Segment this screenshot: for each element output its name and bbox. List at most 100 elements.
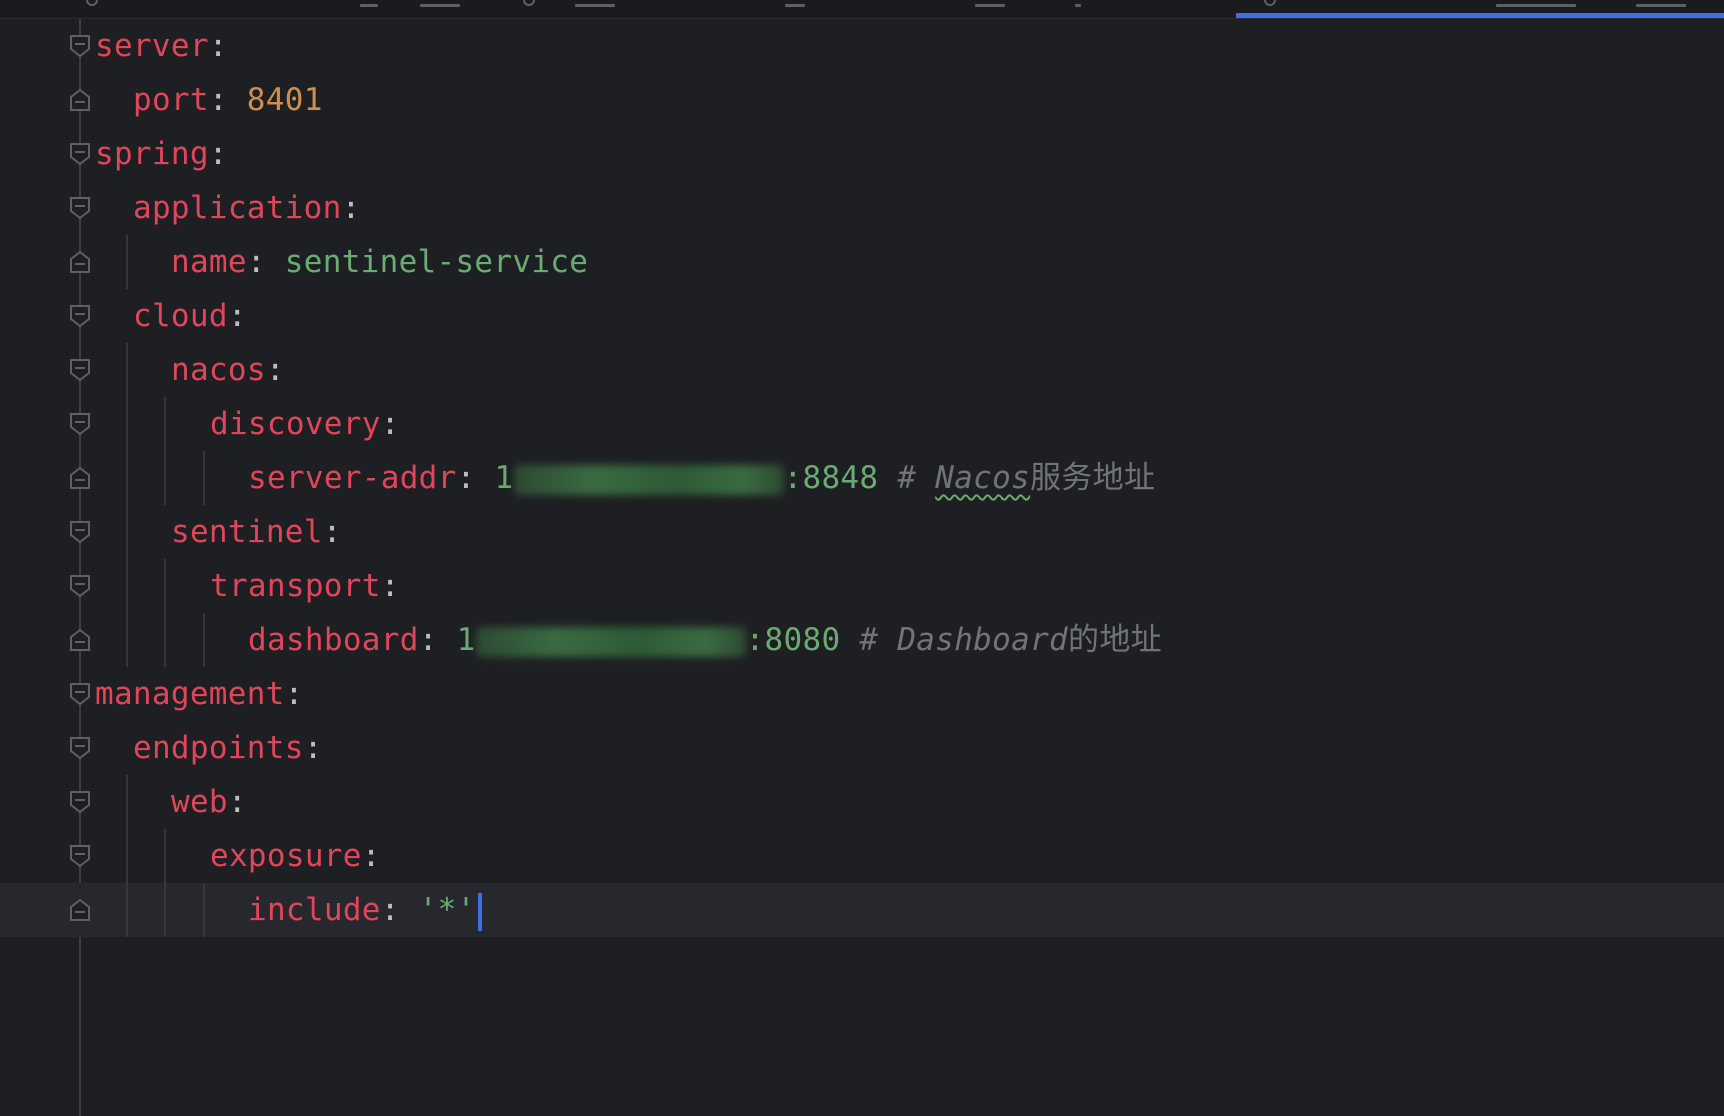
indent-guide — [126, 829, 128, 883]
comment-text: 服务地址 — [1030, 460, 1156, 496]
fold-collapse-icon[interactable] — [70, 521, 90, 543]
indent-guide — [126, 343, 128, 397]
fold-end-icon[interactable] — [70, 629, 90, 651]
code-content: cloud: — [133, 289, 247, 343]
indent-guide — [126, 397, 128, 451]
yaml-separator: : — [322, 514, 342, 550]
yaml-separator: : — [303, 730, 323, 766]
code-line[interactable]: discovery: — [0, 397, 1724, 451]
yaml-key: application — [133, 190, 342, 226]
tab-file-1[interactable] — [70, 0, 490, 18]
code-line[interactable]: dashboard: 1:8080 # Dashboard的地址 — [0, 613, 1724, 667]
yaml-key: web — [171, 784, 228, 820]
code-line[interactable]: application: — [0, 181, 1724, 235]
code-line[interactable]: transport: — [0, 559, 1724, 613]
fold-collapse-icon[interactable] — [70, 575, 90, 597]
yaml-key: server-addr — [248, 460, 457, 496]
fold-collapse-icon[interactable] — [70, 305, 90, 327]
code-content: endpoints: — [133, 721, 323, 775]
code-content: port: 8401 — [133, 73, 323, 127]
indent-guide — [126, 505, 128, 559]
yaml-file-icon — [86, 0, 98, 6]
indent-guide — [164, 829, 166, 883]
fold-collapse-icon[interactable] — [70, 791, 90, 813]
indent-guide — [126, 883, 128, 937]
fold-end-icon[interactable] — [70, 251, 90, 273]
code-line[interactable]: sentinel: — [0, 505, 1724, 559]
code-line[interactable]: endpoints: — [0, 721, 1724, 775]
yaml-string-value: 1 — [494, 460, 514, 496]
indent-guide — [203, 883, 205, 937]
redacted-address — [475, 626, 746, 657]
yaml-separator: : — [227, 784, 247, 820]
yaml-key: endpoints — [133, 730, 304, 766]
code-line[interactable]: cloud: — [0, 289, 1724, 343]
yaml-separator: : — [380, 568, 400, 604]
fold-collapse-icon[interactable] — [70, 413, 90, 435]
yaml-key: discovery — [210, 406, 381, 442]
indent-guide — [126, 559, 128, 613]
code-content: server: — [95, 19, 228, 73]
code-editor[interactable]: server: port: 8401 spring: application: … — [0, 19, 1724, 1116]
comment-hash: # — [897, 460, 936, 496]
tab-label-fragment — [785, 4, 805, 7]
indent-guide — [164, 559, 166, 613]
yaml-file-icon — [523, 0, 535, 6]
indent-guide — [203, 451, 205, 505]
code-content: application: — [133, 181, 361, 235]
fold-collapse-icon[interactable] — [70, 35, 90, 57]
yaml-separator: : — [418, 622, 457, 658]
code-line[interactable]: spring: — [0, 127, 1724, 181]
indent-guide — [203, 613, 205, 667]
yaml-separator: : — [361, 838, 381, 874]
yaml-separator: : — [246, 244, 285, 280]
code-line[interactable]: port: 8401 — [0, 73, 1724, 127]
yaml-key: name — [171, 244, 247, 280]
code-line[interactable]: name: sentinel-service — [0, 235, 1724, 289]
yaml-separator: : — [208, 28, 228, 64]
indent-guide — [164, 613, 166, 667]
code-line[interactable]: exposure: — [0, 829, 1724, 883]
code-content: web: — [171, 775, 247, 829]
code-line[interactable]: server-addr: 1:8848 # Nacos服务地址 — [0, 451, 1724, 505]
yaml-separator: : — [227, 298, 247, 334]
code-line[interactable]: nacos: — [0, 343, 1724, 397]
yaml-separator: : — [380, 406, 400, 442]
fold-collapse-icon[interactable] — [70, 197, 90, 219]
code-content: dashboard: 1:8080 # Dashboard的地址 — [248, 613, 1162, 667]
yaml-key: include — [248, 892, 381, 928]
code-line[interactable]: web: — [0, 775, 1724, 829]
fold-collapse-icon[interactable] — [70, 359, 90, 381]
code-line[interactable]: management: — [0, 667, 1724, 721]
yaml-separator: : — [341, 190, 361, 226]
tab-file-2[interactable] — [515, 0, 1095, 18]
yaml-separator: : — [284, 676, 304, 712]
yaml-key: management — [95, 676, 285, 712]
fold-collapse-icon[interactable] — [70, 143, 90, 165]
yaml-separator: : — [208, 136, 228, 172]
fold-collapse-icon[interactable] — [70, 845, 90, 867]
indent-guide — [126, 775, 128, 829]
yaml-key: exposure — [210, 838, 362, 874]
yaml-key: port — [133, 82, 209, 118]
fold-collapse-icon[interactable] — [70, 683, 90, 705]
yaml-separator: : — [456, 460, 495, 496]
tab-label-fragment — [975, 4, 1005, 7]
spellcheck-word[interactable]: Nacos — [935, 460, 1030, 496]
tab-label-fragment — [1075, 4, 1081, 7]
redacted-address — [513, 464, 784, 495]
fold-end-icon[interactable] — [70, 89, 90, 111]
tab-file-active[interactable] — [1236, 0, 1724, 18]
tab-label-fragment — [575, 4, 615, 7]
text-caret — [477, 892, 482, 931]
yaml-string-value: '*' — [418, 892, 476, 928]
yaml-key: transport — [210, 568, 381, 604]
yaml-key: nacos — [171, 352, 266, 388]
tab-label-fragment — [420, 4, 460, 7]
code-line[interactable]: server: — [0, 19, 1724, 73]
current-code-line[interactable]: include: '*' — [0, 883, 1724, 937]
fold-collapse-icon[interactable] — [70, 737, 90, 759]
fold-end-icon[interactable] — [70, 899, 90, 921]
indent-guide — [126, 235, 128, 289]
fold-end-icon[interactable] — [70, 467, 90, 489]
